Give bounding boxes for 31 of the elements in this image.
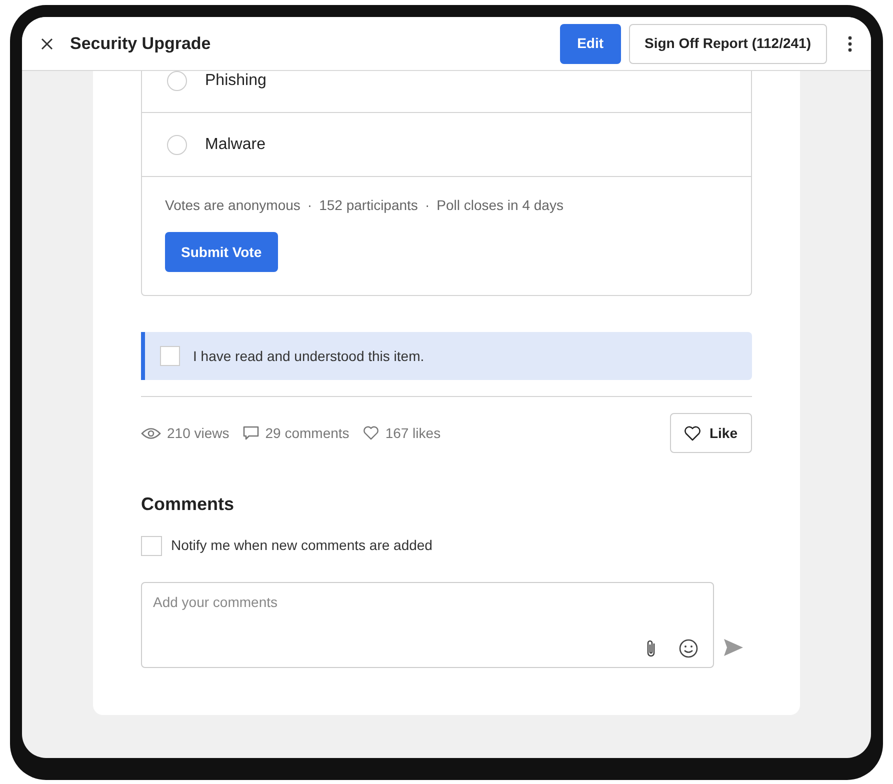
notify-label: Notify me when new comments are added (171, 536, 432, 555)
heart-icon (363, 426, 380, 440)
close-icon[interactable] (40, 36, 54, 50)
smiley-icon[interactable] (679, 639, 698, 658)
window-title: Security Upgrade (70, 32, 211, 55)
comments-heading: Comments (141, 493, 236, 516)
checkbox[interactable] (141, 536, 162, 556)
sign-off-button[interactable]: Sign Off Report (112/241) (628, 24, 827, 64)
eye-icon (141, 426, 161, 440)
stat-count: 167 likes (385, 424, 441, 442)
like-button[interactable]: Like (670, 413, 752, 453)
radio-button[interactable] (167, 134, 187, 154)
acknowledgement-label: I have read and understood this item. (193, 346, 424, 366)
edit-button[interactable]: Edit (560, 24, 621, 64)
option-label: Phishing (205, 71, 266, 90)
separator-dot: · (307, 196, 312, 215)
submit-vote-button[interactable]: Submit Vote (165, 232, 278, 272)
heart-icon (684, 426, 702, 440)
checkbox[interactable] (160, 346, 180, 366)
option-label: Malware (205, 134, 266, 154)
separator-dot: · (424, 196, 430, 215)
stat-count: 210 views (167, 424, 230, 442)
send-icon[interactable] (724, 639, 743, 656)
poll-info: Votes are anonymous (165, 196, 300, 215)
comment-field[interactable]: Add your comments (141, 582, 714, 668)
stat-count: 29 comments (265, 424, 350, 442)
poll-info: Poll closes in 4 days (436, 196, 564, 215)
radio-button[interactable] (167, 71, 187, 90)
paperclip-icon[interactable] (645, 639, 657, 658)
speech-bubble-icon (243, 426, 260, 440)
poll-info: 152 participants (319, 196, 418, 215)
